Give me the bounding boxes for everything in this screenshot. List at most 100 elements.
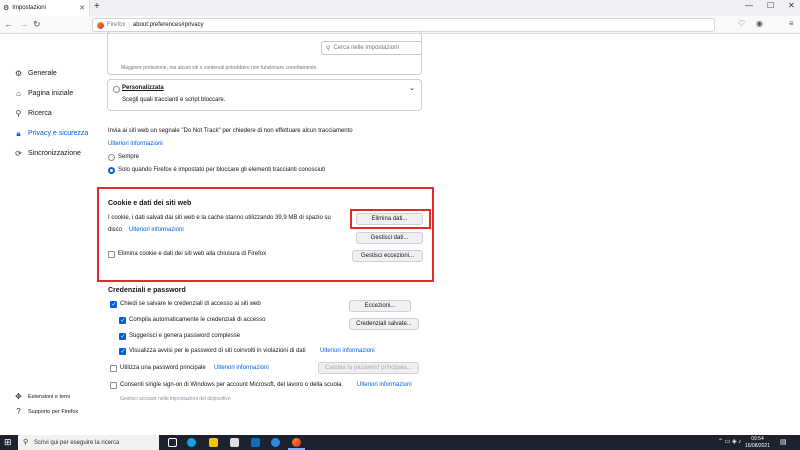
tab-title: Impostazioni (12, 5, 46, 11)
manage-data-button[interactable]: Gestisci dati... (356, 232, 423, 244)
manage-exceptions-button[interactable]: Gestisci eccezioni... (352, 250, 423, 262)
custom-radio[interactable] (113, 86, 120, 93)
dnt-only-label: Solo quando Firefox è impostato per bloc… (118, 167, 326, 173)
dnt-only-radio[interactable] (108, 167, 115, 174)
tracking-strict-desc: Maggiore protezione, ma alcuni siti o co… (121, 65, 318, 71)
preferences-page: ⚲ Cerca nelle impostazioni ⚙ Generale ⌂ … (0, 31, 800, 435)
search-icon: ⚲ (15, 109, 22, 118)
saved-logins-button[interactable]: Credenziali salvate... (349, 318, 419, 330)
dnt-learn-more-link[interactable]: Ulteriori informazioni (108, 141, 163, 147)
dnt-text: Invia ai siti web un segnale "Do Not Tra… (108, 128, 353, 134)
notifications-icon[interactable]: ▤ (780, 438, 787, 446)
breach-alerts-label: Visualizza avvisi per le password di sit… (129, 348, 306, 354)
url-prefix: Firefox (107, 22, 126, 28)
primary-learn-more-link[interactable]: Ulteriori informazioni (214, 365, 269, 371)
suggest-checkbox[interactable] (119, 333, 126, 340)
back-icon[interactable]: ← (4, 19, 13, 29)
taskbar-search-input[interactable]: ⚲ Scrivi qui per eseguire la ricerca (18, 435, 159, 450)
sso-note: Gestisci account nelle impostazioni del … (120, 396, 231, 402)
clear-on-close-checkbox[interactable] (108, 251, 115, 258)
sidebar-item-support[interactable]: ? Supporto per Firefox (14, 407, 78, 416)
dnt-always-radio[interactable] (108, 154, 115, 161)
url-bar[interactable]: Firefox | about:preferences#privacy (92, 18, 715, 32)
sso-checkbox[interactable] (110, 382, 117, 389)
app-icon[interactable] (271, 438, 280, 447)
cookies-desc: I cookie, i dati salvati dai siti web e … (108, 215, 331, 221)
dnt-always-label: Sempre (118, 154, 140, 160)
taskbar-search-placeholder: Scrivi qui per eseguire la ricerca (34, 439, 120, 446)
sidebar-item-privacy[interactable]: 🔒︎ Privacy e sicurezza (14, 129, 88, 138)
file-explorer-icon[interactable] (209, 438, 218, 447)
clock-date: 16/08/2021 (744, 442, 770, 449)
ask-save-label: Chiedi se salvare le credenziali di acce… (120, 301, 261, 307)
sso-learn-more-link[interactable]: Ulteriori informazioni (357, 382, 412, 388)
url-separator: | (128, 22, 130, 28)
delete-button-highlight (350, 209, 431, 229)
new-tab-icon[interactable]: + (94, 1, 100, 12)
chevron-down-icon[interactable]: ⌄ (409, 84, 415, 92)
passwords-title: Credenziali e password (108, 287, 186, 294)
sidebar-item-extensions[interactable]: ✥ Estensioni e temi (14, 392, 70, 401)
account-icon[interactable]: ◉ (756, 19, 763, 28)
sidebar-item-label: Ricerca (28, 110, 52, 117)
tray-icons[interactable]: ⌃ ▭ ◈ ♪ (718, 438, 741, 445)
maximize-icon[interactable]: ☐ (767, 1, 774, 10)
custom-label: Personalizzata (122, 85, 164, 91)
url-text: about:preferences#privacy (132, 22, 204, 28)
cookies-learn-more-link[interactable]: Ulteriori informazioni (129, 227, 184, 233)
firefox-icon (97, 21, 104, 29)
ask-save-checkbox[interactable] (110, 301, 117, 308)
sidebar-item-home[interactable]: ⌂ Pagina iniziale (14, 89, 73, 98)
search-icon: ⚲ (23, 439, 29, 446)
breach-learn-more-link[interactable]: Ulteriori informazioni (320, 348, 375, 354)
puzzle-icon: ✥ (15, 392, 22, 401)
sidebar-item-label: Pagina iniziale (28, 90, 74, 97)
taskbar-clock[interactable]: 09:54 16/08/2021 (745, 436, 770, 449)
primary-password-checkbox[interactable] (110, 365, 117, 372)
suggest-label: Suggerisci e genera password complesse (129, 333, 241, 339)
lock-icon: 🔒︎ (16, 129, 21, 138)
tab-settings[interactable]: ⚙ Impostazioni ✕ (0, 0, 90, 16)
close-tab-icon[interactable]: ✕ (79, 4, 85, 12)
forward-icon[interactable]: → (19, 19, 28, 29)
sidebar-item-sync[interactable]: ⟳ Sincronizzazione (14, 149, 81, 158)
windows-taskbar: ⊞ ⚲ Scrivi qui per eseguire la ricerca ⌃… (0, 435, 800, 450)
minimize-icon[interactable]: — (745, 1, 753, 10)
help-icon: ? (16, 407, 21, 416)
sidebar-item-label: Privacy e sicurezza (28, 130, 89, 137)
firefox-taskbar-icon[interactable] (292, 438, 301, 447)
store-icon[interactable] (230, 438, 239, 447)
change-primary-password-button[interactable]: Cambia la password principale... (318, 362, 419, 374)
edge-icon[interactable] (187, 438, 196, 447)
pocket-icon[interactable]: ♡ (738, 19, 745, 28)
sidebar-item-label: Sincronizzazione (28, 150, 81, 157)
tab-bar: ⚙ Impostazioni ✕ + — ☐ ✕ (0, 0, 800, 16)
home-icon: ⌂ (16, 89, 21, 98)
menu-icon[interactable]: ≡ (789, 19, 794, 28)
tracking-strict-box: Maggiore protezione, ma alcuni siti o co… (107, 31, 422, 75)
sidebar-item-label: Estensioni e temi (28, 393, 70, 400)
cookies-desc-end: disco (108, 227, 123, 233)
tracking-custom-box[interactable]: Personalizzata Scegli quali traccianti e… (107, 79, 422, 111)
sidebar-item-label: Generale (28, 70, 57, 77)
clear-on-close-label: Elimina cookie e dati dei siti web alla … (118, 251, 267, 257)
windows-start-icon[interactable]: ⊞ (4, 437, 12, 448)
window-close-icon[interactable]: ✕ (788, 1, 795, 10)
sidebar-item-label: Supporto per Firefox (28, 408, 79, 415)
gear-icon: ⚙ (3, 5, 10, 12)
reload-icon[interactable]: ↻ (33, 19, 41, 30)
primary-password-label: Utilizza una password principale (120, 365, 206, 371)
sso-label: Consenti single sign-on di Windows per a… (120, 382, 342, 388)
autofill-checkbox[interactable] (119, 317, 126, 324)
custom-desc: Scegli quali traccianti e script bloccar… (122, 97, 226, 103)
sidebar-item-general[interactable]: ⚙ Generale (14, 69, 57, 78)
breach-alerts-checkbox[interactable] (119, 348, 126, 355)
password-exceptions-button[interactable]: Eccezioni... (349, 300, 411, 312)
sync-icon: ⟳ (15, 149, 22, 158)
task-view-icon[interactable] (168, 438, 177, 447)
sidebar-item-search[interactable]: ⚲ Ricerca (14, 109, 52, 118)
gear-icon: ⚙ (14, 69, 23, 78)
mail-icon[interactable] (251, 438, 260, 447)
cookies-title: Cookie e dati dei siti web (108, 200, 192, 207)
autofill-label: Compila automaticamente le credenziali d… (129, 317, 266, 323)
